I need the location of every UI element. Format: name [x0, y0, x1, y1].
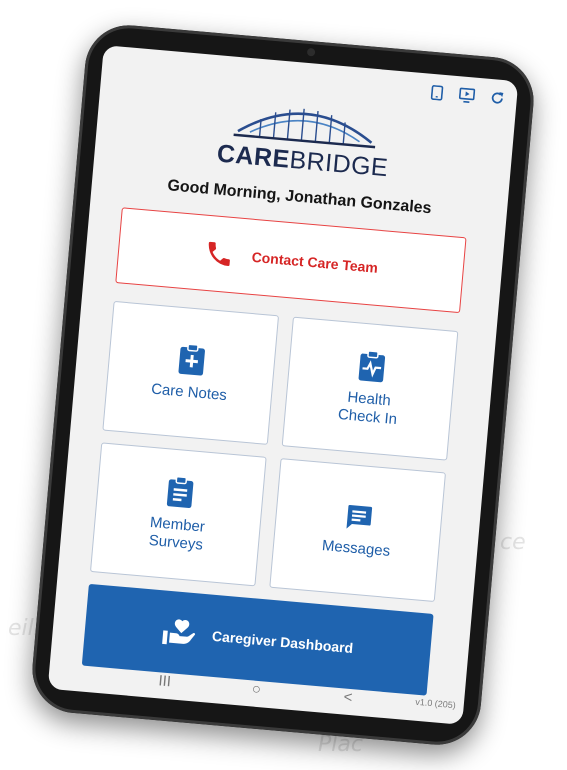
clipboard-list-icon: [166, 476, 194, 509]
phone-icon: [208, 241, 230, 266]
care-notes-button[interactable]: Care Notes: [102, 300, 280, 445]
back-nav-button[interactable]: <: [336, 687, 359, 706]
stage: Pla eili ce Plac: [0, 0, 567, 770]
health-check-in-button[interactable]: Health Check In: [281, 316, 459, 461]
caregiver-dashboard-label: Caregiver Dashboard: [211, 627, 354, 657]
hand-heart-icon: [162, 619, 196, 645]
messages-button[interactable]: Messages: [269, 458, 446, 603]
contact-care-team-label: Contact Care Team: [251, 248, 379, 276]
refresh-icon[interactable]: [488, 89, 505, 106]
messages-label: Messages: [321, 537, 391, 560]
message-icon: [346, 504, 373, 529]
background-watermark: ce: [500, 530, 526, 555]
home-nav-button[interactable]: ○: [245, 679, 268, 698]
tablet-icon[interactable]: [428, 84, 445, 101]
health-check-in-label: Health Check In: [337, 388, 398, 429]
clipboard-pulse-icon: [358, 350, 386, 383]
front-camera: [306, 47, 316, 57]
app-screen: CAREBRIDGE Good Morning, Jonathan Gonzal…: [47, 45, 519, 725]
top-toolbar: [428, 84, 505, 107]
presentation-icon[interactable]: [458, 86, 476, 103]
contact-care-team-button[interactable]: Contact Care Team: [115, 207, 467, 314]
member-surveys-button[interactable]: Member Surveys: [89, 442, 267, 587]
tablet-device: CAREBRIDGE Good Morning, Jonathan Gonzal…: [28, 21, 538, 749]
care-notes-label: Care Notes: [150, 380, 228, 405]
clipboard-plus-icon: [178, 343, 205, 376]
recents-nav-button[interactable]: III: [153, 671, 176, 690]
member-surveys-label: Member Surveys: [148, 513, 206, 554]
